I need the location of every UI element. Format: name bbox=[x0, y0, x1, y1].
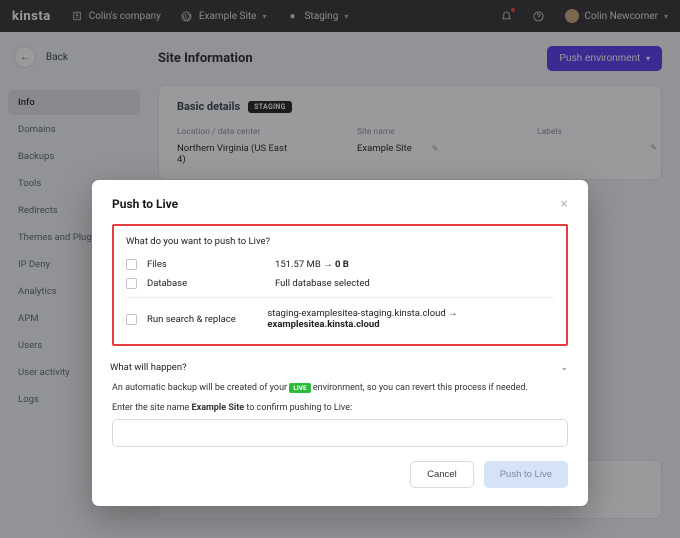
modal-title: Push to Live bbox=[112, 197, 178, 211]
checkbox-database[interactable] bbox=[126, 278, 137, 289]
option-sr-label: Run search & replace bbox=[147, 314, 267, 325]
checkbox-search-replace[interactable] bbox=[126, 314, 137, 325]
what-will-happen-accordion[interactable]: What will happen? ⌄ bbox=[110, 358, 568, 383]
option-database-value: Full database selected bbox=[275, 278, 370, 289]
option-sr-value: staging-examplesitea-staging.kinsta.clou… bbox=[267, 308, 554, 330]
close-icon[interactable]: × bbox=[561, 196, 568, 212]
push-to-live-modal: Push to Live × What do you want to push … bbox=[92, 180, 588, 506]
cancel-button[interactable]: Cancel bbox=[410, 461, 474, 488]
checkbox-files[interactable] bbox=[126, 259, 137, 270]
option-database-label: Database bbox=[147, 278, 275, 289]
option-search-replace-row: Run search & replace staging-examplesite… bbox=[126, 308, 554, 330]
push-to-live-button[interactable]: Push to Live bbox=[484, 461, 568, 488]
confirm-site-name-input[interactable] bbox=[112, 419, 568, 447]
live-badge: LIVE bbox=[289, 383, 310, 393]
option-database-row: Database Full database selected bbox=[126, 278, 554, 289]
option-files-row: Files 151.57 MB → 0 B bbox=[126, 259, 554, 270]
modal-overlay: Push to Live × What do you want to push … bbox=[0, 0, 680, 538]
backup-note: An automatic backup will be created of y… bbox=[112, 383, 568, 393]
highlight-box: What do you want to push to Live? Files … bbox=[112, 224, 568, 346]
option-files-value: 151.57 MB → 0 B bbox=[275, 259, 349, 270]
modal-question: What do you want to push to Live? bbox=[126, 236, 554, 247]
option-files-label: Files bbox=[147, 259, 275, 270]
chevron-down-icon: ⌄ bbox=[560, 363, 568, 373]
confirm-instruction: Enter the site name Example Site to conf… bbox=[112, 403, 568, 413]
